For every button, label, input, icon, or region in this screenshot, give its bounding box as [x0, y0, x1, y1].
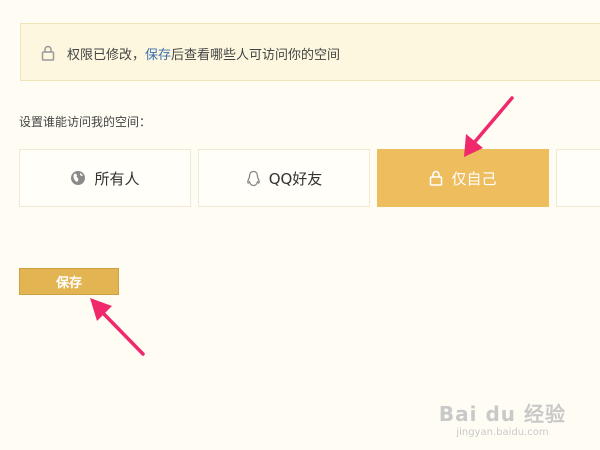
- baidu-jingyan-watermark: Bai du 经验 jingyan.baidu.com: [439, 398, 566, 438]
- watermark-sub: jingyan.baidu.com: [456, 427, 549, 438]
- annotation-arrow-icon: [90, 96, 514, 356]
- watermark-main: Bai du 经验: [438, 402, 566, 426]
